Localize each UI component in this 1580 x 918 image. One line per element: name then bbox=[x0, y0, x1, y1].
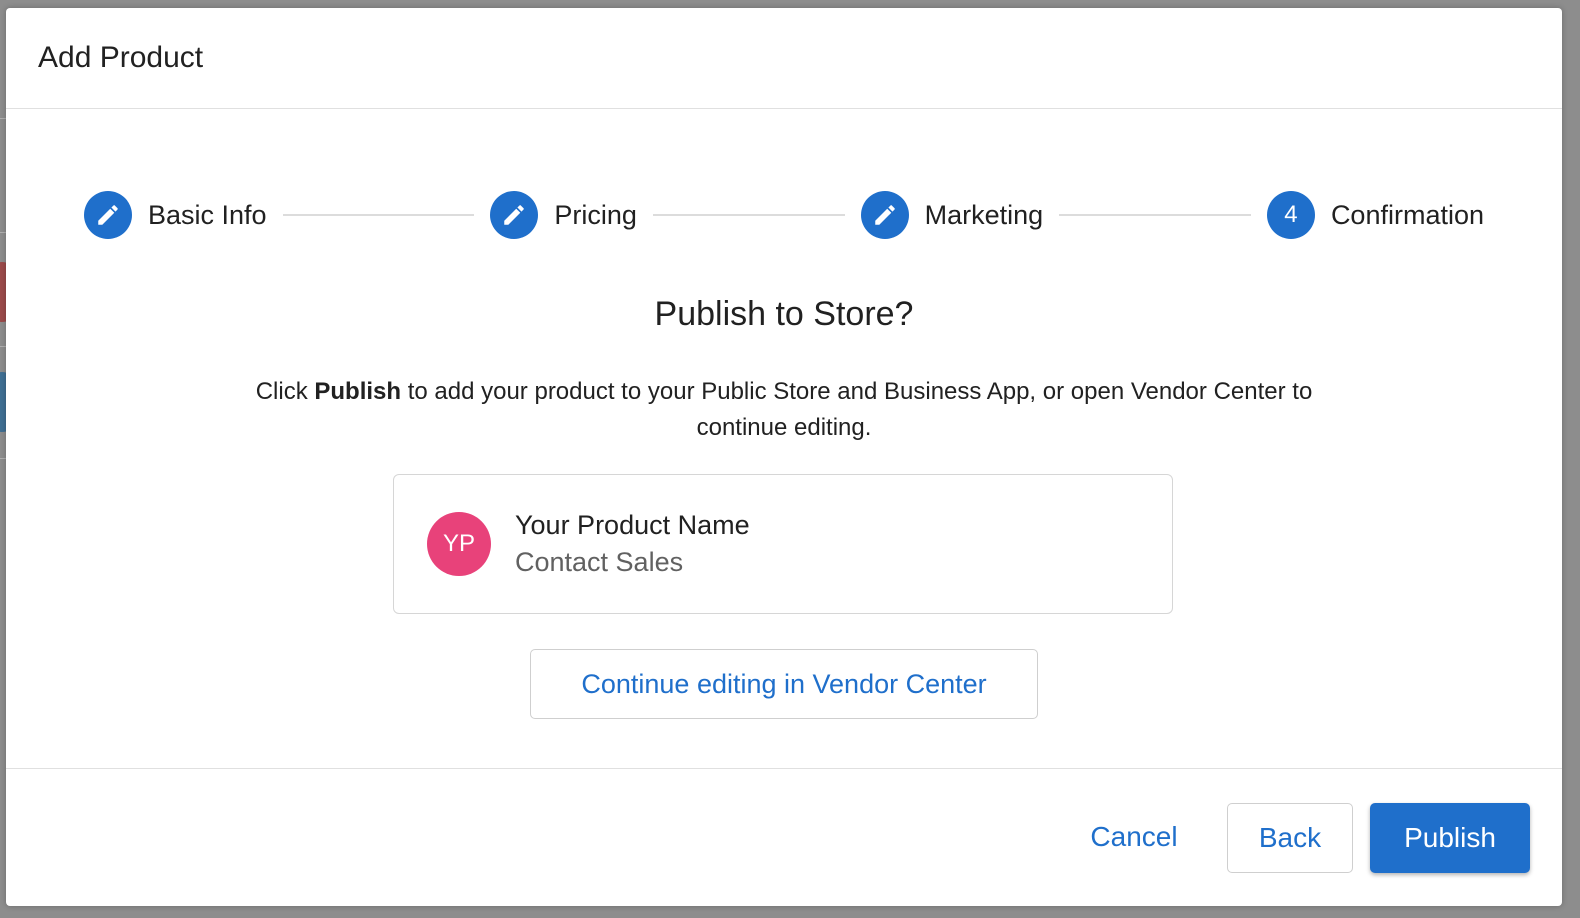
step-label: Basic Info bbox=[148, 199, 267, 230]
step-basic-info[interactable]: Basic Info bbox=[84, 191, 267, 239]
confirmation-description: Click Publish to add your product to you… bbox=[234, 374, 1334, 446]
add-product-dialog: Add Product Basic Info Pricing Marketing… bbox=[6, 8, 1562, 906]
product-price: Contact Sales bbox=[515, 547, 684, 577]
step-label: Pricing bbox=[554, 199, 637, 230]
step-connector bbox=[282, 214, 475, 216]
description-prefix: Click bbox=[255, 378, 315, 405]
dialog-header: Add Product bbox=[6, 8, 1562, 109]
stepper: Basic Info Pricing Marketing 4 Confirmat… bbox=[84, 190, 1484, 240]
page: Add Product Basic Info Pricing Marketing… bbox=[0, 0, 1580, 918]
product-avatar: YP bbox=[427, 512, 491, 576]
product-name: Your Product Name bbox=[515, 510, 750, 540]
confirmation-headline: Publish to Store? bbox=[654, 295, 914, 333]
step-label: Marketing bbox=[924, 199, 1044, 230]
description-bold: Publish bbox=[314, 378, 402, 405]
step-confirmation: 4 Confirmation bbox=[1266, 191, 1484, 239]
step-completed-circle bbox=[490, 191, 539, 239]
step-label: Confirmation bbox=[1330, 199, 1484, 230]
step-completed-circle bbox=[84, 191, 132, 239]
pencil-icon bbox=[504, 205, 525, 225]
product-text: Your Product Name Contact Sales bbox=[515, 507, 750, 581]
pencil-icon bbox=[874, 205, 895, 225]
dialog-title: Add Product bbox=[38, 41, 204, 74]
continue-editing-button[interactable]: Continue editing in Vendor Center bbox=[530, 649, 1038, 719]
step-connector bbox=[652, 214, 845, 216]
dialog-footer: Cancel Back Publish bbox=[6, 768, 1562, 906]
step-number-circle: 4 bbox=[1266, 191, 1315, 239]
back-button[interactable]: Back bbox=[1227, 803, 1353, 873]
step-marketing[interactable]: Marketing bbox=[860, 191, 1044, 239]
pencil-icon bbox=[98, 205, 118, 225]
step-completed-circle bbox=[860, 191, 909, 239]
cancel-button[interactable]: Cancel bbox=[1074, 803, 1194, 871]
step-pricing[interactable]: Pricing bbox=[490, 191, 637, 239]
description-suffix: to add your product to your Public Store… bbox=[401, 378, 1313, 441]
step-connector bbox=[1059, 214, 1251, 216]
publish-button[interactable]: Publish bbox=[1370, 803, 1530, 873]
product-preview-card: YP Your Product Name Contact Sales bbox=[393, 474, 1173, 614]
confirmation-content: Publish to Store? Click Publish to add y… bbox=[6, 278, 1562, 446]
